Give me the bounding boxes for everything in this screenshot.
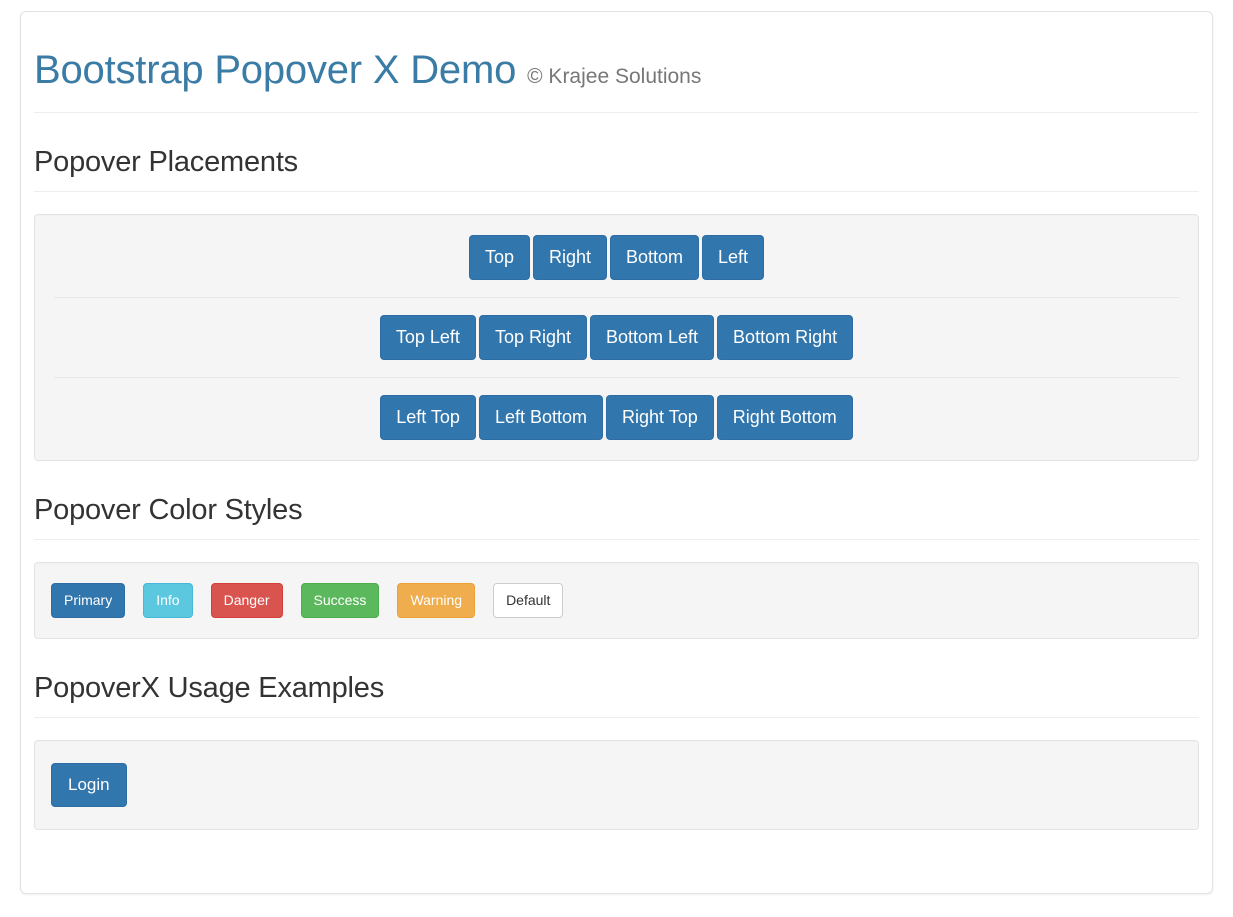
- placement-button-bottom-right[interactable]: Bottom Right: [717, 315, 854, 360]
- color-button-primary[interactable]: Primary: [51, 583, 126, 618]
- color-styles-row: Primary Info Danger Success Warning Default: [51, 580, 1182, 621]
- usage-examples-row: Login: [51, 760, 1182, 810]
- login-button[interactable]: Login: [51, 763, 127, 807]
- placements-panel: Top Right Bottom Left Top Left Top Right Bott…: [34, 214, 1199, 461]
- color-button-warning[interactable]: Warning: [397, 583, 476, 618]
- placement-button-left-bottom[interactable]: Left Bottom: [478, 395, 604, 440]
- placement-button-right[interactable]: Right: [532, 235, 607, 280]
- placement-button-left-top[interactable]: Left Top: [380, 395, 476, 440]
- placement-button-bottom-left[interactable]: Bottom Left: [589, 315, 715, 360]
- placements-divider-2: [54, 377, 1179, 378]
- placement-button-top-right[interactable]: Top Right: [478, 315, 587, 360]
- color-button-success[interactable]: Success: [300, 583, 380, 618]
- page-header: Bootstrap Popover X Demo © Krajee Soluti…: [34, 12, 1199, 113]
- placement-row-corners-top-bottom: Top Left Top Right Bottom Left Bottom Right: [35, 312, 1198, 363]
- color-button-default[interactable]: Default: [493, 583, 564, 618]
- color-button-danger[interactable]: Danger: [210, 583, 283, 618]
- placement-button-top-left[interactable]: Top Left: [379, 315, 476, 360]
- color-button-info[interactable]: Info: [143, 583, 193, 618]
- page-subtitle-credit: © Krajee Solutions: [527, 65, 702, 88]
- section-heading-placements: Popover Placements: [34, 113, 1199, 192]
- placement-row-basic: Top Right Bottom Left: [35, 232, 1198, 283]
- usage-examples-panel: Login: [34, 740, 1199, 830]
- placement-button-bottom[interactable]: Bottom: [610, 235, 700, 280]
- section-heading-color-styles: Popover Color Styles: [34, 461, 1199, 540]
- placement-row-corners-left-right: Left Top Left Bottom Right Top Right Bottom: [35, 392, 1198, 443]
- demo-page-container: Bootstrap Popover X Demo © Krajee Soluti…: [20, 11, 1213, 894]
- section-heading-usage-examples: PopoverX Usage Examples: [34, 639, 1199, 718]
- page-title: Bootstrap Popover X Demo: [34, 48, 517, 92]
- placement-button-top[interactable]: Top: [468, 235, 530, 280]
- placement-button-right-top[interactable]: Right Top: [606, 395, 714, 440]
- color-styles-panel: Primary Info Danger Success Warning Default: [34, 562, 1199, 639]
- placement-button-left[interactable]: Left: [702, 235, 765, 280]
- placements-divider-1: [54, 297, 1179, 298]
- placement-button-right-bottom[interactable]: Right Bottom: [716, 395, 853, 440]
